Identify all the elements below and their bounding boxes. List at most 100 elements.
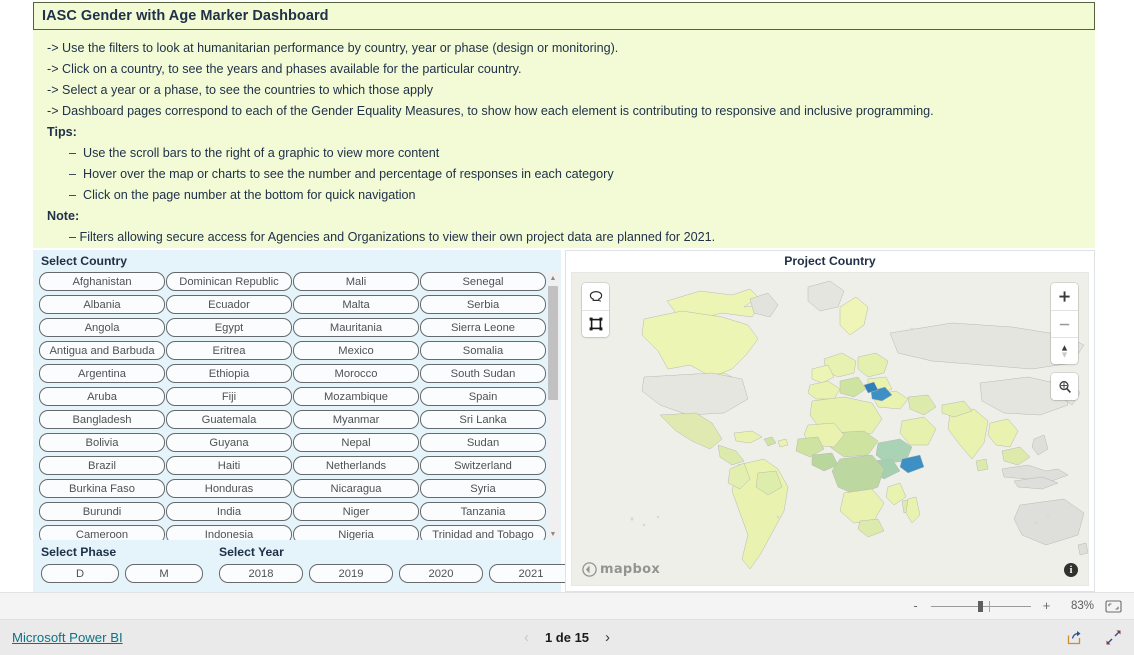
zoom-percent-label: 83% xyxy=(1070,600,1094,612)
country-chip[interactable]: Niger xyxy=(293,502,419,521)
country-chip[interactable]: South Sudan xyxy=(420,364,546,383)
country-chip[interactable]: Nigeria xyxy=(293,525,419,540)
country-chip[interactable]: Nepal xyxy=(293,433,419,452)
country-chip[interactable]: Albania xyxy=(39,295,165,314)
country-chip[interactable]: Afghanistan xyxy=(39,272,165,291)
tips-heading: Tips: xyxy=(47,125,77,139)
country-chip[interactable]: Aruba xyxy=(39,387,165,406)
country-chip-grid: Afghanistan Dominican Republic Mali Senegal… xyxy=(39,272,555,540)
note-heading: Note: xyxy=(47,209,80,223)
instructions-panel: -> Use the filters to look at humanitari… xyxy=(33,30,1095,248)
country-chip[interactable]: Dominican Republic xyxy=(166,272,292,291)
country-chip[interactable]: Eritrea xyxy=(166,341,292,360)
map-canvas[interactable]: mapbox i xyxy=(571,272,1089,586)
country-chip[interactable]: Antigua and Barbuda xyxy=(39,341,165,360)
page-indicator[interactable]: 1 de 15 xyxy=(545,630,589,645)
country-chip[interactable]: Mozambique xyxy=(293,387,419,406)
mapbox-attribution[interactable]: mapbox xyxy=(582,562,660,577)
report-footer: Microsoft Power BI ‹ 1 de 15 › xyxy=(0,620,1134,655)
country-chip[interactable]: Guyana xyxy=(166,433,292,452)
next-page-icon[interactable]: › xyxy=(605,630,610,645)
phase-chip-row: DM xyxy=(41,564,203,587)
year-chip[interactable]: 2018 xyxy=(219,564,303,583)
year-chip[interactable]: 2020 xyxy=(399,564,483,583)
country-chip[interactable]: Honduras xyxy=(166,479,292,498)
map-navigation-controls xyxy=(1051,283,1078,364)
country-chip[interactable]: Syria xyxy=(420,479,546,498)
country-chip[interactable]: Bangladesh xyxy=(39,410,165,429)
country-chip[interactable]: Netherlands xyxy=(293,456,419,475)
zoom-out-icon[interactable] xyxy=(1051,310,1078,337)
phase-chip[interactable]: D xyxy=(41,564,119,583)
zoom-slider[interactable] xyxy=(931,600,1031,612)
country-chip[interactable]: Burkina Faso xyxy=(39,479,165,498)
year-chip[interactable]: 2019 xyxy=(309,564,393,583)
country-chip[interactable]: Haiti xyxy=(166,456,292,475)
country-chip[interactable]: Indonesia xyxy=(166,525,292,540)
rectangle-select-icon[interactable] xyxy=(582,310,609,337)
select-year-label: Select Year xyxy=(219,545,284,559)
country-chip[interactable]: Burundi xyxy=(39,502,165,521)
mapbox-logo-icon xyxy=(582,562,597,577)
country-chip[interactable]: Morocco xyxy=(293,364,419,383)
country-chip[interactable]: Ecuador xyxy=(166,295,292,314)
country-chip[interactable]: Angola xyxy=(39,318,165,337)
tip-item: – Click on the page number at the bottom… xyxy=(69,188,416,202)
country-chip[interactable]: Somalia xyxy=(420,341,546,360)
country-chip[interactable]: Tanzania xyxy=(420,502,546,521)
instruction-line: -> Select a year or a phase, to see the … xyxy=(47,83,434,97)
compass-icon[interactable] xyxy=(1051,337,1078,364)
country-chip[interactable]: Myanmar xyxy=(293,410,419,429)
search-icon[interactable] xyxy=(1051,373,1078,400)
map-info-icon[interactable]: i xyxy=(1064,563,1078,577)
lasso-select-icon[interactable] xyxy=(582,283,609,310)
fit-to-page-icon[interactable] xyxy=(1104,599,1122,613)
phase-chip[interactable]: M xyxy=(125,564,203,583)
year-chip[interactable]: 2021 xyxy=(489,564,573,583)
project-country-map-visual: Project Country mapbox i xyxy=(565,250,1095,592)
country-chip[interactable]: Trinidad and Tobago xyxy=(420,525,546,540)
zoom-slider-thumb[interactable] xyxy=(978,601,983,612)
country-chip[interactable]: Serbia xyxy=(420,295,546,314)
country-chip[interactable]: Switzerland xyxy=(420,456,546,475)
country-chip[interactable]: Guatemala xyxy=(166,410,292,429)
country-chip[interactable]: Mali xyxy=(293,272,419,291)
scrollbar-thumb[interactable] xyxy=(548,286,558,400)
country-chip[interactable]: Sri Lanka xyxy=(420,410,546,429)
zoom-in-icon[interactable] xyxy=(1051,283,1078,310)
country-chip[interactable]: Malta xyxy=(293,295,419,314)
scroll-up-icon[interactable]: ▲ xyxy=(547,272,559,284)
country-chip[interactable]: Spain xyxy=(420,387,546,406)
country-chip[interactable]: Brazil xyxy=(39,456,165,475)
power-bi-link[interactable]: Microsoft Power BI xyxy=(12,630,123,645)
select-phase-label: Select Phase xyxy=(41,545,117,559)
country-chip[interactable]: Ethiopia xyxy=(166,364,292,383)
map-select-tools xyxy=(582,283,609,337)
country-list-scroll-area[interactable]: Afghanistan Dominican Republic Mali Senegal… xyxy=(39,272,555,540)
zoom-in-button[interactable]: + xyxy=(1041,599,1052,612)
fullscreen-icon[interactable] xyxy=(1105,629,1122,646)
country-chip[interactable]: Mauritania xyxy=(293,318,419,337)
power-bi-report-viewer: IASC Gender with Age Marker Dashboard ->… xyxy=(0,0,1134,655)
tip-item: – Use the scroll bars to the right of a … xyxy=(69,146,440,160)
country-chip[interactable]: Mexico xyxy=(293,341,419,360)
country-chip[interactable]: Argentina xyxy=(39,364,165,383)
country-chip[interactable]: Nicaragua xyxy=(293,479,419,498)
scroll-down-icon[interactable]: ▼ xyxy=(547,528,559,540)
mapbox-label: mapbox xyxy=(600,562,661,577)
country-chip[interactable]: India xyxy=(166,502,292,521)
country-chip[interactable]: Fiji xyxy=(166,387,292,406)
year-chip-row: 2018 2019 2020 2021 xyxy=(219,564,573,587)
country-chip[interactable]: Sudan xyxy=(420,433,546,452)
previous-page-icon[interactable]: ‹ xyxy=(524,630,529,645)
country-chip[interactable]: Bolivia xyxy=(39,433,165,452)
share-icon[interactable] xyxy=(1066,629,1083,646)
country-list-scrollbar[interactable]: ▲ ▼ xyxy=(547,272,559,540)
country-chip[interactable]: Cameroon xyxy=(39,525,165,540)
zoom-out-button[interactable]: - xyxy=(910,599,921,612)
instruction-line: -> Dashboard pages correspond to each of… xyxy=(47,104,934,118)
country-chip[interactable]: Egypt xyxy=(166,318,292,337)
country-chip[interactable]: Senegal xyxy=(420,272,546,291)
country-chip[interactable]: Sierra Leone xyxy=(420,318,546,337)
filter-panel: Select Country Afghanistan Dominican Repu… xyxy=(33,250,573,592)
